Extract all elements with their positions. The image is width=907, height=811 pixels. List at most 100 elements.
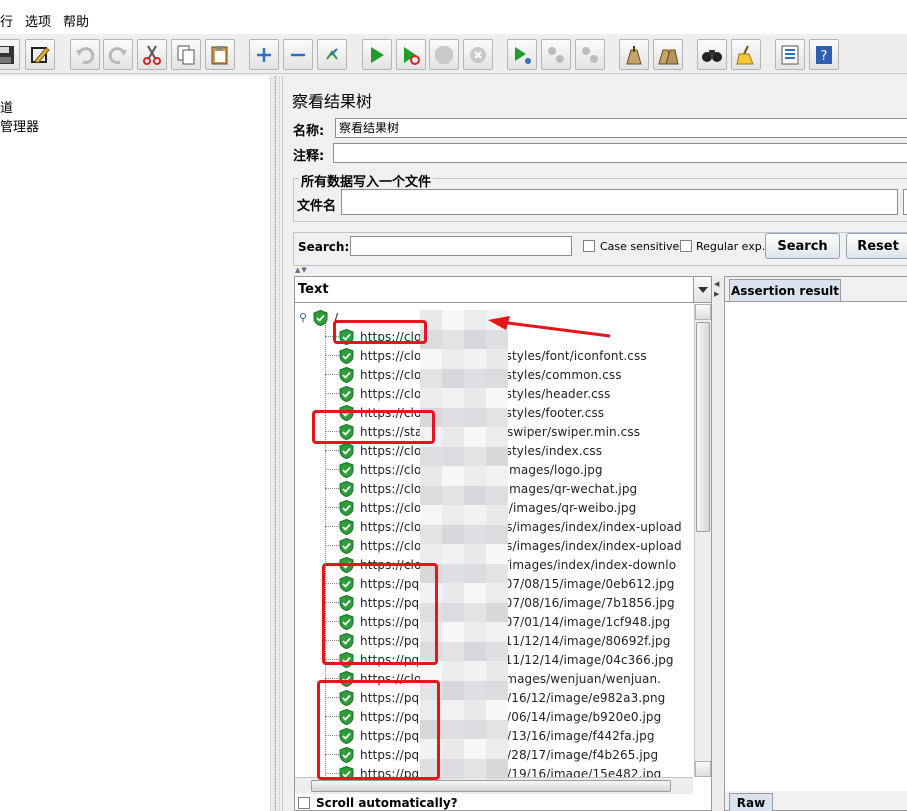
paste-icon[interactable] bbox=[205, 39, 235, 70]
annotation-box bbox=[312, 410, 435, 444]
tree-node[interactable]: 道 bbox=[0, 97, 13, 116]
undo-icon[interactable] bbox=[70, 39, 100, 70]
mosaic-tile bbox=[442, 427, 464, 447]
hscroll-thumb[interactable] bbox=[311, 780, 671, 792]
mosaic-tile bbox=[486, 446, 508, 467]
menu-options[interactable]: 选项 bbox=[25, 11, 51, 30]
browse-button[interactable] bbox=[903, 189, 907, 215]
root-handle-icon[interactable]: ⚲ bbox=[299, 311, 313, 324]
mosaic-tile bbox=[486, 349, 508, 369]
reset-button[interactable]: Reset bbox=[846, 233, 907, 259]
search-button[interactable]: Search bbox=[765, 233, 840, 259]
mosaic-tile bbox=[442, 661, 464, 681]
mosaic-tile bbox=[442, 446, 464, 467]
mosaic-tile bbox=[464, 641, 486, 662]
add-icon[interactable] bbox=[249, 39, 279, 70]
success-shield-icon bbox=[339, 385, 354, 402]
case-sensitive-checkbox[interactable] bbox=[583, 240, 595, 252]
scroll-automatically[interactable]: Scroll automatically? bbox=[298, 796, 458, 810]
split-right-icon[interactable]: ▶ bbox=[714, 290, 719, 298]
mosaic-tile bbox=[442, 563, 464, 584]
filename-label: 文件名 bbox=[297, 199, 337, 214]
sample-url: https://cloud.k n/vendors/images/index/i… bbox=[360, 538, 682, 553]
toggle-icon[interactable] bbox=[317, 39, 347, 70]
start-icon[interactable] bbox=[362, 39, 392, 70]
scroll-thumb[interactable] bbox=[696, 322, 710, 532]
svg-text:?: ? bbox=[821, 49, 828, 64]
scroll-down-icon[interactable] bbox=[695, 761, 711, 777]
success-shield-icon bbox=[339, 461, 354, 478]
mosaic-tile bbox=[442, 407, 464, 428]
tree-connector bbox=[325, 488, 339, 489]
start-no-pause-icon[interactable] bbox=[396, 39, 426, 70]
tab-assertion-result[interactable]: Assertion result bbox=[729, 279, 841, 301]
regex-checkbox[interactable] bbox=[680, 240, 692, 252]
save-icon[interactable] bbox=[0, 39, 20, 70]
mosaic-tile bbox=[464, 446, 486, 467]
edit-icon[interactable] bbox=[25, 39, 55, 70]
menu-bar: 行 选项 帮助 bbox=[0, 6, 907, 34]
comment-label: 注释: bbox=[293, 149, 325, 164]
redo-icon[interactable] bbox=[103, 39, 133, 70]
menu-help[interactable]: 帮助 bbox=[63, 11, 89, 30]
mosaic-tile bbox=[464, 583, 486, 603]
tree-connector bbox=[325, 450, 339, 451]
mosaic-tile bbox=[464, 349, 486, 369]
results-splitter[interactable]: ◀ ▶ bbox=[713, 276, 723, 811]
sample-result-row[interactable]: https://cloud.k n/vendors/images/index/i… bbox=[339, 517, 682, 536]
mosaic-tile bbox=[486, 466, 508, 486]
shutdown-icon[interactable] bbox=[463, 39, 493, 70]
collapse-arrows[interactable]: ▲▼ bbox=[295, 266, 308, 274]
mosaic-tile bbox=[442, 544, 464, 564]
mosaic-tile bbox=[420, 485, 442, 506]
search-binoculars-icon[interactable] bbox=[697, 39, 727, 70]
remote-start-icon[interactable] bbox=[507, 39, 537, 70]
mosaic-tile bbox=[442, 485, 464, 506]
copy-icon[interactable] bbox=[171, 39, 201, 70]
cut-icon[interactable] bbox=[137, 39, 167, 70]
main-toolbar: ? bbox=[0, 36, 907, 74]
reset-search-broom-icon[interactable] bbox=[731, 39, 761, 70]
success-shield-icon bbox=[313, 309, 328, 326]
mosaic-tile bbox=[442, 329, 464, 350]
stop-icon[interactable] bbox=[429, 39, 459, 70]
help-icon[interactable]: ? bbox=[809, 39, 839, 70]
search-input[interactable] bbox=[350, 236, 572, 256]
mosaic-tile bbox=[464, 368, 486, 389]
remote-exit-icon[interactable] bbox=[575, 39, 605, 70]
split-left-icon[interactable]: ◀ bbox=[714, 280, 719, 288]
chevron-down-icon[interactable] bbox=[693, 277, 711, 302]
remove-icon[interactable] bbox=[283, 39, 313, 70]
search-label: Search: bbox=[298, 240, 350, 254]
comment-field[interactable] bbox=[333, 143, 907, 163]
annotation-arrow-icon bbox=[488, 316, 611, 338]
clear-all-icon[interactable] bbox=[653, 39, 683, 70]
mosaic-tile bbox=[464, 719, 486, 740]
scroll-up-icon[interactable] bbox=[695, 304, 711, 320]
tree-vertical-scrollbar[interactable] bbox=[694, 304, 711, 777]
tab-raw[interactable]: Raw bbox=[729, 793, 773, 811]
tree-node[interactable]: 管理器 bbox=[0, 116, 39, 135]
mosaic-tile bbox=[420, 388, 442, 408]
name-field[interactable]: 察看结果树 bbox=[335, 118, 907, 138]
mosaic-tile bbox=[486, 505, 508, 525]
function-helper-icon[interactable] bbox=[775, 39, 805, 70]
sample-result-row[interactable]: https://cloud.k n/vendors/images/index/i… bbox=[339, 536, 682, 555]
main-splitter[interactable] bbox=[270, 76, 280, 811]
clear-icon[interactable] bbox=[619, 39, 649, 70]
remote-stop-icon[interactable] bbox=[541, 39, 571, 70]
mosaic-tile bbox=[486, 524, 508, 545]
renderer-select[interactable]: Text bbox=[295, 277, 711, 303]
scroll-auto-label: Scroll automatically? bbox=[316, 796, 458, 810]
tree-connector bbox=[325, 678, 339, 679]
renderer-label: Text bbox=[298, 282, 329, 297]
filename-field[interactable] bbox=[341, 189, 898, 215]
mosaic-tile bbox=[486, 641, 508, 662]
menu-run[interactable]: 行 bbox=[0, 11, 13, 30]
tree-connector bbox=[325, 507, 339, 508]
scroll-auto-checkbox[interactable] bbox=[298, 797, 310, 809]
tree-connector bbox=[325, 355, 339, 356]
mosaic-tile bbox=[464, 602, 486, 623]
mosaic-tile bbox=[442, 700, 464, 720]
mosaic-tile bbox=[442, 641, 464, 662]
